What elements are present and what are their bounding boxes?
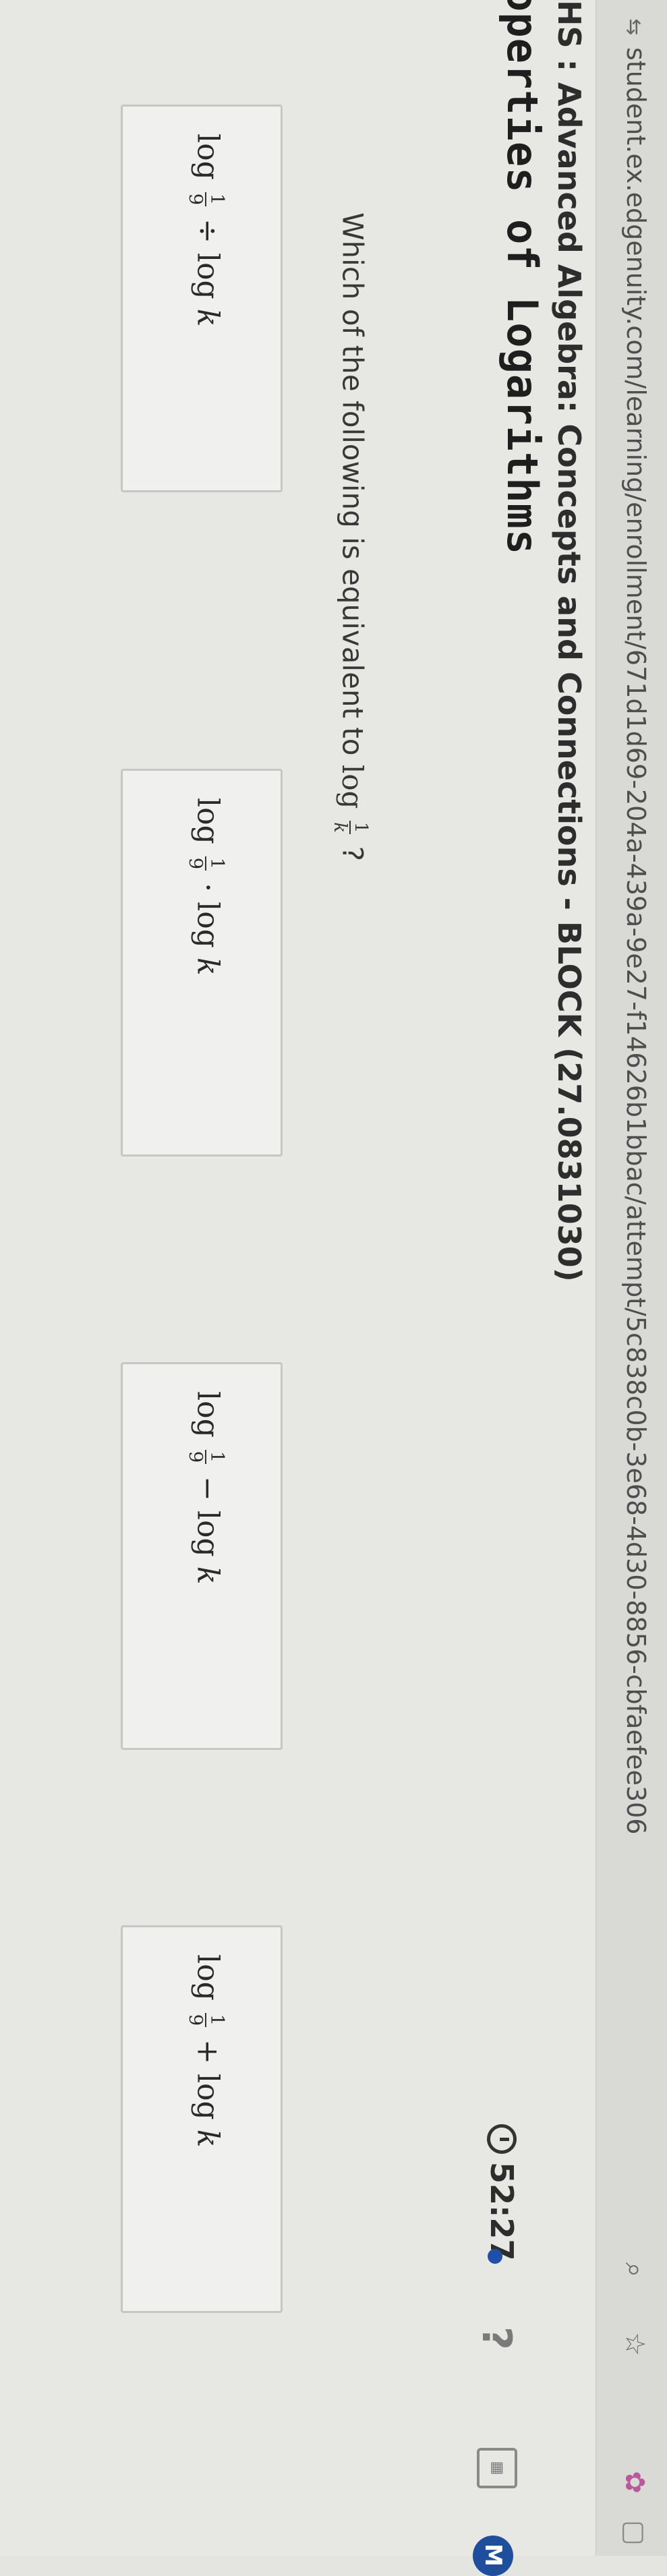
zoom-icon[interactable]: ⌕ bbox=[617, 2252, 652, 2287]
question-prefix: Which of the following is equivalent to bbox=[336, 212, 370, 756]
log-label: log bbox=[190, 1510, 225, 1557]
log-label: log bbox=[336, 764, 370, 809]
choice-expression: log 19 − log k bbox=[185, 1391, 227, 1584]
operator: − bbox=[190, 1476, 225, 1501]
variable: k bbox=[190, 1566, 225, 1585]
log-label: log bbox=[190, 2073, 225, 2120]
page-stage: ⇆ student.ex.edgenuity.com/learning/enro… bbox=[0, 0, 667, 2576]
fraction-denominator: k bbox=[330, 822, 351, 833]
choice-fraction: 19 bbox=[185, 192, 227, 207]
variable: k bbox=[190, 308, 225, 327]
tune-icon[interactable]: ⇆ bbox=[620, 13, 647, 40]
extension-icon[interactable]: ✿ bbox=[617, 2465, 652, 2500]
lesson-title: operties of Logarithms bbox=[498, 0, 547, 556]
url-text[interactable]: student.ex.edgenuity.com/learning/enroll… bbox=[621, 47, 651, 1834]
fraction-numerator: 1 bbox=[205, 1449, 227, 1465]
fraction-numerator: 1 bbox=[349, 820, 371, 835]
variable: k bbox=[190, 957, 225, 976]
choice-expression: log 19 + log k bbox=[185, 1954, 227, 2147]
question-suffix: ? bbox=[336, 846, 370, 862]
choice-expression: log 19 ÷ log k bbox=[185, 134, 227, 326]
question-expression: log 1k bbox=[330, 764, 371, 846]
progress-dot bbox=[488, 2249, 502, 2264]
clock-icon bbox=[487, 2124, 517, 2154]
fraction-denominator: 9 bbox=[185, 1451, 206, 1463]
variable: k bbox=[190, 2129, 225, 2148]
operator: · bbox=[190, 883, 225, 893]
menu-badge[interactable]: M bbox=[473, 2536, 513, 2576]
question-text: Which of the following is equivalent to … bbox=[330, 212, 371, 862]
lightbulb-icon[interactable]: ? bbox=[473, 2326, 520, 2350]
log-label: log bbox=[190, 902, 225, 948]
choice-expression: log 19 · log k bbox=[185, 798, 227, 976]
fraction-numerator: 1 bbox=[205, 856, 227, 871]
log-label: log bbox=[190, 134, 225, 180]
calculator-icon[interactable]: ▦ bbox=[477, 2448, 517, 2488]
choice-fraction: 19 bbox=[185, 2012, 227, 2028]
log-label: log bbox=[190, 1391, 225, 1438]
timer: 52:27 bbox=[484, 2124, 520, 2260]
answer-choice-d[interactable]: log 19 + log k bbox=[121, 1925, 283, 2313]
choice-fraction: 19 bbox=[185, 1449, 227, 1465]
fraction-denominator: 9 bbox=[185, 2014, 206, 2026]
answer-choice-b[interactable]: log 19 · log k bbox=[121, 769, 283, 1157]
browser-address-bar[interactable]: ⇆ student.ex.edgenuity.com/learning/enro… bbox=[596, 0, 667, 2556]
course-title: HS : Advanced Algebra: Concepts and Conn… bbox=[551, 0, 587, 1282]
timer-value: 52:27 bbox=[484, 2162, 520, 2261]
fraction-denominator: 9 bbox=[185, 193, 206, 206]
operator: ÷ bbox=[190, 218, 225, 243]
answer-choice-a[interactable]: log 19 ÷ log k bbox=[121, 105, 283, 492]
star-icon[interactable]: ☆ bbox=[617, 2326, 652, 2362]
log-label: log bbox=[190, 1954, 225, 2001]
log-label: log bbox=[190, 798, 225, 844]
fraction-denominator: 9 bbox=[185, 857, 206, 870]
question-fraction: 1k bbox=[330, 820, 371, 835]
operator: + bbox=[190, 2039, 225, 2064]
fraction-numerator: 1 bbox=[205, 192, 227, 207]
choice-fraction: 19 bbox=[185, 856, 227, 871]
sidebar-icon[interactable]: ▢ bbox=[617, 2515, 652, 2550]
fraction-numerator: 1 bbox=[205, 2012, 227, 2028]
log-label: log bbox=[190, 252, 225, 299]
answer-choice-c[interactable]: log 19 − log k bbox=[121, 1362, 283, 1750]
